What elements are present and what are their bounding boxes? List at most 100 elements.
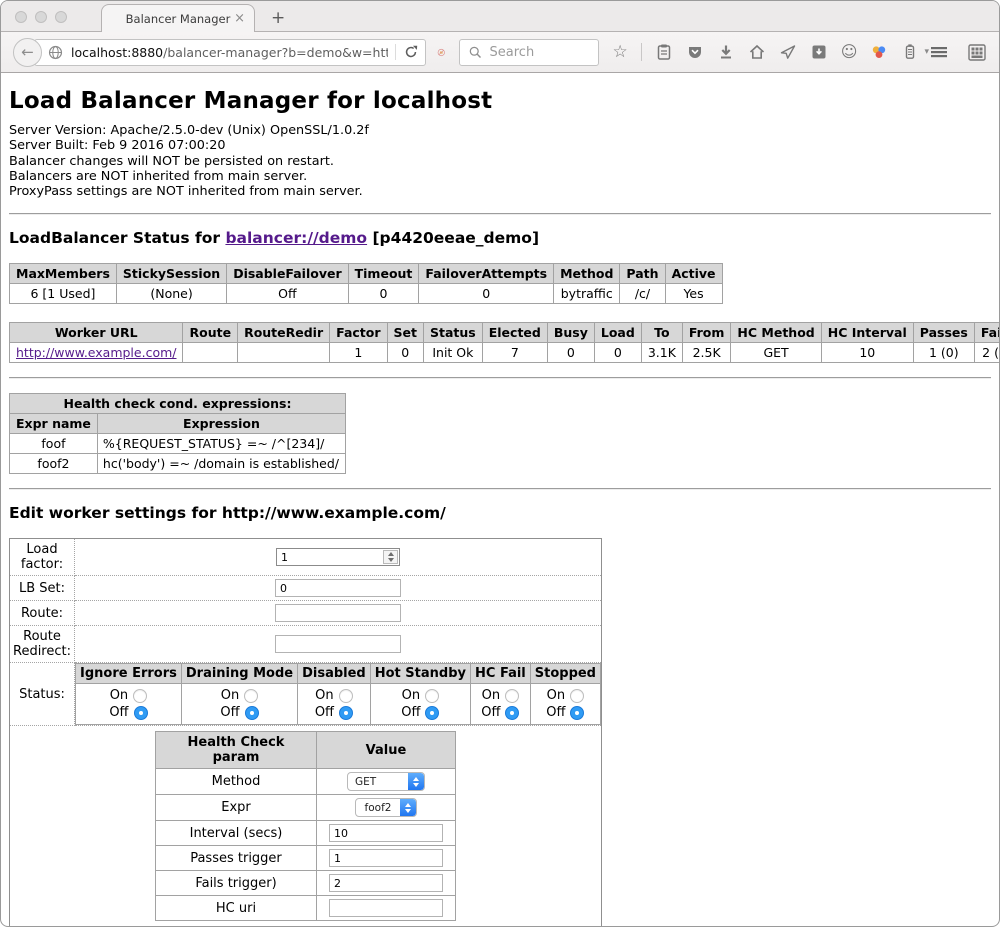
hc-expr-row: Expr foof2 (156, 795, 456, 821)
hot-standby-off-radio[interactable] (425, 706, 439, 720)
bookmark-star-icon[interactable]: ☆ (613, 44, 628, 61)
battery-icon[interactable] (901, 43, 919, 61)
col-ignore-errors: Ignore Errors (76, 664, 182, 684)
lb-set-input[interactable] (275, 579, 401, 597)
col-passes: Passes (913, 323, 974, 343)
page-title: Load Balancer Manager for localhost (9, 88, 991, 114)
col-method: Method (554, 264, 620, 284)
select-arrows-icon (408, 773, 424, 790)
expr-name-foof2: foof2 (10, 454, 98, 474)
on-label: On (315, 688, 333, 703)
hc-method-select[interactable]: GET (347, 772, 425, 791)
route-redirect-input[interactable] (275, 635, 401, 653)
expr-value-foof2: hc('body') =~ /domain is established/ (97, 454, 345, 474)
number-spinner-icon[interactable] (383, 550, 398, 564)
feedback-smiley-icon[interactable]: ☺ (841, 44, 858, 60)
ignore-errors-on-radio[interactable] (133, 689, 147, 703)
reload-icon[interactable] (403, 44, 419, 60)
stopped-off-radio[interactable] (570, 706, 584, 720)
download-icon[interactable] (717, 43, 735, 61)
on-label: On (402, 688, 420, 703)
route-input[interactable] (275, 604, 401, 622)
status-flags-radio-row: On Off On Off On Off (76, 684, 601, 725)
passes-value: 1 (0) (913, 343, 974, 363)
close-window-button[interactable] (15, 11, 27, 23)
server-version-line: Server Version: Apache/2.5.0-dev (Unix) … (9, 123, 991, 138)
tab-balancer-manager[interactable]: Balancer Manager × (101, 4, 255, 32)
timeout-value: 0 (348, 284, 419, 304)
off-label: Off (401, 705, 420, 720)
hc-interval-input[interactable] (329, 824, 443, 842)
failoverattempts-value: 0 (419, 284, 554, 304)
hc-expr-select[interactable]: foof2 (355, 798, 417, 817)
load-factor-row: Load factor: (10, 539, 602, 576)
menu-hamburger-icon[interactable] (929, 43, 949, 61)
new-tab-button[interactable]: + (271, 10, 285, 27)
hc-uri-row: HC uri (156, 896, 456, 921)
page-content: Load Balancer Manager for localhost Serv… (1, 88, 999, 927)
pocket-icon[interactable] (686, 43, 704, 61)
urlbar-divider (395, 44, 396, 60)
hot-standby-on-radio[interactable] (425, 689, 439, 703)
route-redirect-label: Route Redirect: (10, 626, 75, 663)
window-controls (15, 11, 67, 23)
col-routeredir: RouteRedir (238, 323, 330, 343)
hc-fails-input[interactable] (329, 874, 443, 892)
colored-dots-icon[interactable] (870, 43, 888, 61)
draining-mode-on-radio[interactable] (244, 689, 258, 703)
panel-download-icon[interactable] (810, 43, 828, 61)
back-button[interactable]: ← (13, 38, 42, 67)
stopped-on-radio[interactable] (570, 689, 584, 703)
browser-window: Balancer Manager × + ← localhost:8880/ba… (0, 0, 1000, 927)
back-arrow-icon: ← (21, 43, 34, 61)
hc-method-value: GET (731, 343, 821, 363)
route-row: Route: (10, 601, 602, 626)
col-draining-mode: Draining Mode (181, 664, 297, 684)
draining-mode-off-radio[interactable] (245, 706, 259, 720)
hc-method-label: Method (156, 769, 317, 795)
tab-groups-grid-icon[interactable] (967, 43, 987, 62)
off-label: Off (481, 705, 500, 720)
minimize-window-button[interactable] (35, 11, 47, 23)
worker-url-link[interactable]: http://www.example.com/ (16, 345, 176, 360)
send-icon[interactable] (779, 43, 797, 61)
hc-uri-input[interactable] (329, 899, 443, 917)
globe-icon[interactable] (47, 44, 64, 61)
method-value: bytraffic (554, 284, 620, 304)
col-path: Path (620, 264, 665, 284)
col-expr-name: Expr name (10, 414, 98, 434)
url-bar[interactable]: localhost:8880/balancer-manager?b=demo&w… (34, 39, 426, 66)
disabled-on-radio[interactable] (339, 689, 353, 703)
hc-params-row: Health Check param Value Method GET (10, 726, 602, 927)
hc-fail-off-radio[interactable] (505, 706, 519, 720)
balancer-demo-link[interactable]: balancer://demo (225, 229, 367, 247)
off-label: Off (220, 705, 239, 720)
expr-row-foof: foof %{REQUEST_STATUS} =~ /^[234]/ (10, 434, 346, 454)
content-blocked-icon[interactable] (437, 42, 446, 63)
col-hc-interval: HC Interval (821, 323, 913, 343)
disabled-off-radio[interactable] (339, 706, 353, 720)
hc-passes-input[interactable] (329, 849, 443, 867)
hc-expr-label: Expr (156, 795, 317, 821)
url-text[interactable]: localhost:8880/balancer-manager?b=demo&w… (71, 45, 388, 60)
hc-fail-on-radio[interactable] (505, 689, 519, 703)
load-factor-input[interactable] (277, 549, 382, 565)
lb-status-heading-prefix: LoadBalancer Status for (9, 229, 225, 247)
zoom-window-button[interactable] (55, 11, 67, 23)
clipboard-icon[interactable] (655, 43, 673, 61)
worker-data-row: http://www.example.com/ 1 0 Init Ok 7 0 … (10, 343, 1000, 363)
home-icon[interactable] (748, 43, 766, 61)
ignore-errors-off-radio[interactable] (134, 706, 148, 720)
hc-fails-row: Fails trigger) (156, 871, 456, 896)
stopped-radios: On Off (530, 684, 600, 725)
col-set: Set (387, 323, 423, 343)
tab-close-icon[interactable]: × (234, 12, 245, 25)
on-label: On (482, 688, 500, 703)
lb-status-heading: LoadBalancer Status for balancer://demo … (9, 229, 991, 247)
col-hot-standby: Hot Standby (370, 664, 470, 684)
col-route: Route (183, 323, 238, 343)
search-bar[interactable]: Search (459, 39, 599, 66)
routeredir-value (238, 343, 330, 363)
load-factor-stepper[interactable] (276, 548, 400, 566)
route-value (183, 343, 238, 363)
